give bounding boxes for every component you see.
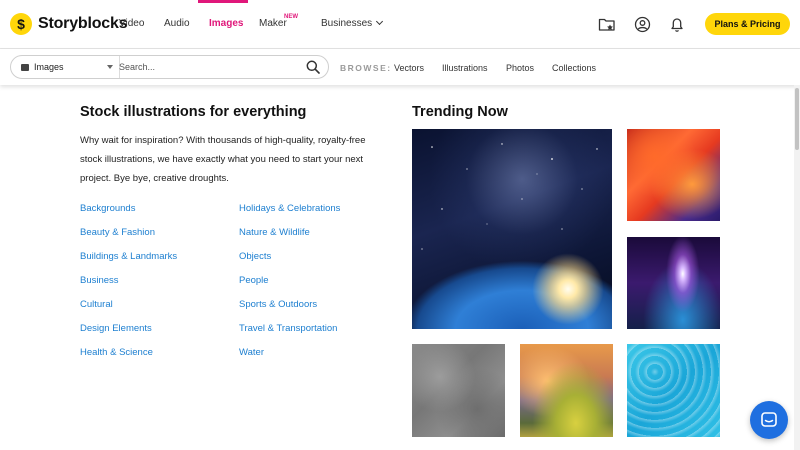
nav-images[interactable]: Images [209,18,243,29]
chat-icon [761,412,777,427]
storyblocks-logo[interactable]: $ Storyblocks [10,13,128,35]
category-link[interactable]: Design Elements [80,323,152,334]
category-link[interactable]: Nature & Wildlife [239,227,310,238]
chevron-down-icon [376,17,384,26]
category-link[interactable]: Sports & Outdoors [239,299,317,310]
saved-folders-button[interactable] [597,14,617,34]
nav-maker[interactable]: Maker [259,18,287,29]
image-icon [21,63,29,71]
logo-mark-icon: $ [10,13,32,35]
nav-video[interactable]: Video [119,18,144,29]
browse-collections[interactable]: Collections [552,63,596,73]
account-button[interactable] [632,14,652,34]
top-navigation: $ Storyblocks Video Audio Images Maker N… [0,0,800,49]
category-link[interactable]: Travel & Transportation [239,323,337,334]
new-badge: NEW [284,14,298,20]
fire-swirl-image[interactable] [627,129,720,221]
category-link[interactable]: Cultural [80,299,113,310]
category-link[interactable]: Backgrounds [80,203,135,214]
browse-label: BROWSE: [340,63,392,73]
category-link[interactable]: Buildings & Landmarks [80,251,177,262]
bell-icon [671,17,683,32]
water-pattern-image[interactable] [627,344,720,437]
intro-paragraph: Why wait for inspiration? With thousands… [80,135,366,184]
caret-down-icon [107,65,113,69]
category-link[interactable]: Business [80,275,119,286]
scrollbar-thumb[interactable] [795,88,799,150]
category-link[interactable]: Health & Science [80,347,153,358]
chat-button[interactable] [750,401,788,439]
browse-illustrations[interactable]: Illustrations [442,63,488,73]
notifications-button[interactable] [667,14,687,34]
category-link[interactable]: Holidays & Celebrations [239,203,340,214]
category-link[interactable]: People [239,275,269,286]
stars-overlay [421,143,598,250]
folder-star-icon [598,18,615,31]
user-icon [634,16,650,32]
nav-businesses[interactable]: Businesses [321,17,384,29]
browse-photos[interactable]: Photos [506,63,534,73]
content-type-select[interactable]: Images [21,56,120,78]
plans-pricing-button[interactable]: Plans & Pricing [705,13,790,35]
purple-aurora-image[interactable] [627,237,720,329]
concrete-texture-image[interactable] [412,344,505,437]
search-icon[interactable] [306,60,320,74]
painted-landscape-image[interactable] [520,344,613,437]
content-type-value: Images [34,62,64,72]
search-input[interactable] [119,56,299,78]
trending-title: Trending Now [412,104,508,120]
browse-vectors[interactable]: Vectors [394,63,424,73]
nav-businesses-label: Businesses [321,18,373,29]
search-box: Images [10,55,329,79]
logo-text: Storyblocks [38,15,128,32]
page-title: Stock illustrations for everything [80,104,307,120]
active-nav-indicator [198,0,248,3]
category-link[interactable]: Water [239,347,264,358]
space-earth-image[interactable] [412,129,612,329]
category-link[interactable]: Beauty & Fashion [80,227,155,238]
category-link[interactable]: Objects [239,251,271,262]
nav-audio[interactable]: Audio [164,18,190,29]
